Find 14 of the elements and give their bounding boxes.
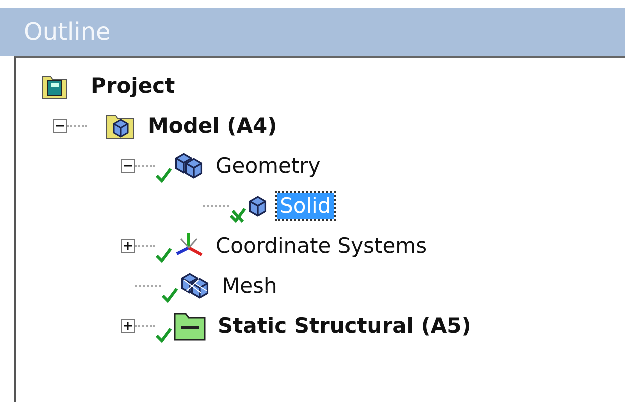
panel-title: Outline — [24, 18, 111, 46]
tree-item[interactable]: Coordinate Systems — [213, 233, 430, 259]
expand-toggle-icon[interactable] — [121, 319, 135, 333]
collapse-toggle-icon[interactable] — [53, 119, 67, 133]
tree-item[interactable]: Project — [88, 73, 178, 99]
tree-item[interactable]: Model (A4) — [145, 113, 280, 139]
cube-icon — [247, 194, 269, 218]
tree-item[interactable]: Mesh — [219, 273, 280, 299]
expand-toggle-icon[interactable] — [121, 239, 135, 253]
tree-item[interactable]: Geometry — [213, 153, 324, 179]
mesh-cubes-icon — [179, 271, 211, 301]
collapse-toggle-icon[interactable] — [121, 159, 135, 173]
tree-item[interactable]: Static Structural (A5) — [215, 313, 474, 339]
cubes-icon — [173, 151, 205, 181]
